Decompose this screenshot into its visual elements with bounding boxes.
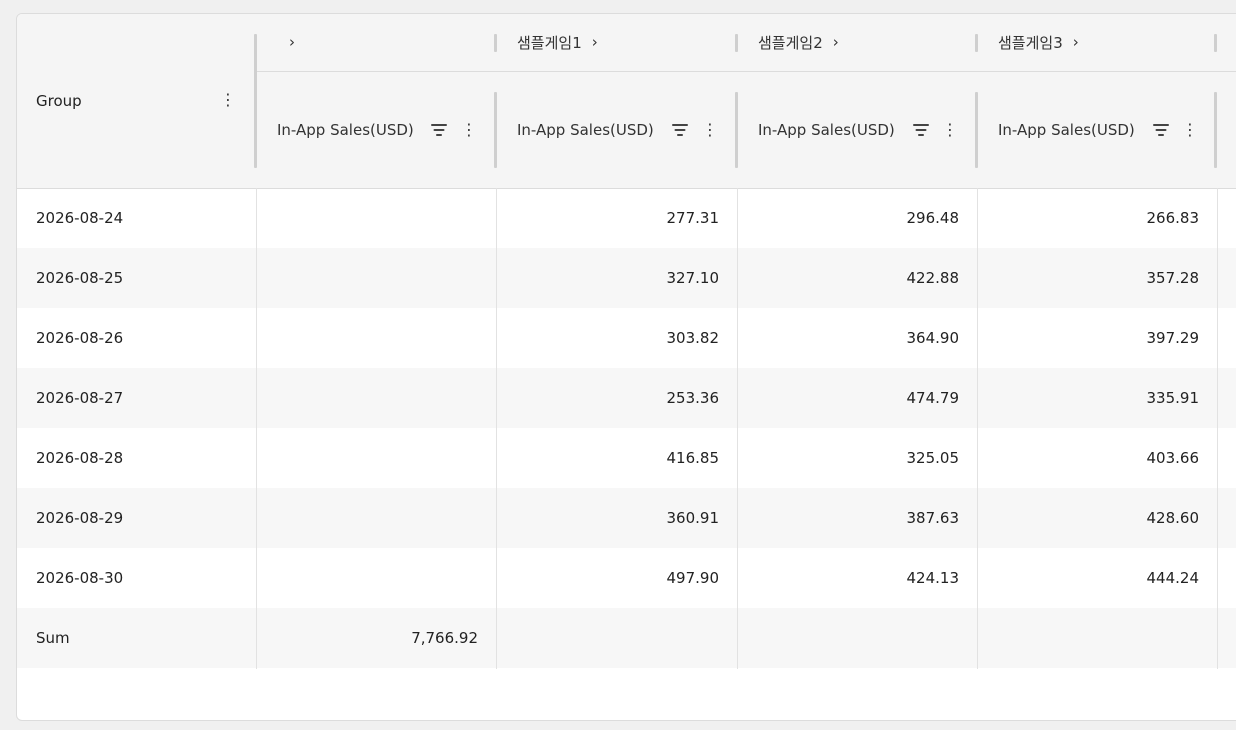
- row-group-cell: 2026-08-28: [36, 449, 124, 467]
- column-menu-icon[interactable]: [702, 120, 718, 140]
- value-cell: [999, 608, 1199, 668]
- filter-icon[interactable]: [431, 124, 447, 136]
- value-cell: 428.60: [1146, 509, 1200, 527]
- value-cell: 403.66: [1146, 449, 1200, 467]
- column-header-3[interactable]: In-App Sales(USD): [998, 118, 1135, 142]
- value-cell: [278, 428, 478, 488]
- table-row[interactable]: 2026-08-25 327.10 422.88 357.28: [17, 248, 1236, 308]
- header-divider: [257, 71, 1236, 72]
- column-group-separator: [975, 34, 978, 52]
- value-cell: 364.90: [906, 329, 960, 347]
- table-row[interactable]: 2026-08-26 303.82 364.90 397.29: [17, 308, 1236, 368]
- column-group-label-3: 샘플게임3: [998, 33, 1063, 52]
- group-column-menu-icon[interactable]: [220, 90, 236, 110]
- filter-icon[interactable]: [1153, 124, 1169, 136]
- row-group-cell: 2026-08-24: [36, 209, 124, 227]
- column-divider: [256, 188, 257, 669]
- value-cell: [278, 488, 478, 548]
- column-label-0: In-App Sales(USD): [277, 121, 414, 139]
- value-cell: [278, 188, 478, 248]
- column-label-3: In-App Sales(USD): [998, 121, 1135, 139]
- column-label-2: In-App Sales(USD): [758, 121, 895, 139]
- column-divider: [1217, 188, 1218, 669]
- value-cell: 387.63: [906, 509, 960, 527]
- row-group-cell: 2026-08-30: [36, 569, 124, 587]
- column-group-label-1: 샘플게임1: [517, 33, 582, 52]
- column-menu-icon[interactable]: [942, 120, 958, 140]
- column-divider: [737, 188, 738, 669]
- value-cell: 325.05: [906, 449, 960, 467]
- column-group-header-2[interactable]: 샘플게임2 ›: [758, 30, 839, 54]
- value-cell: 7,766.92: [411, 629, 478, 647]
- row-group-cell: 2026-08-25: [36, 269, 124, 287]
- chevron-right-icon: ›: [289, 33, 295, 51]
- chevron-right-icon: ›: [591, 33, 598, 51]
- value-cell: 416.85: [666, 449, 720, 467]
- column-group-label-2: 샘플게임2: [758, 33, 823, 52]
- table-row[interactable]: 2026-08-24 277.31 296.48 266.83: [17, 188, 1236, 248]
- column-resize-handle[interactable]: [494, 92, 497, 168]
- value-cell: 335.91: [1146, 389, 1200, 407]
- value-cell: 253.36: [666, 389, 720, 407]
- column-header-2[interactable]: In-App Sales(USD): [758, 118, 895, 142]
- column-divider: [496, 188, 497, 669]
- value-cell: 360.91: [666, 509, 720, 527]
- column-label-1: In-App Sales(USD): [517, 121, 654, 139]
- column-menu-icon[interactable]: [461, 120, 477, 140]
- value-cell: [278, 548, 478, 608]
- value-cell: 424.13: [906, 569, 960, 587]
- grid-header: Group › 샘플게임1 › 샘플게임2 › 샘플게임3 › In-App S…: [17, 14, 1236, 189]
- column-group-header-3[interactable]: 샘플게임3 ›: [998, 30, 1079, 54]
- value-cell: [519, 608, 719, 668]
- column-resize-handle[interactable]: [975, 92, 978, 168]
- value-cell: 474.79: [906, 389, 960, 407]
- filter-icon[interactable]: [672, 124, 688, 136]
- value-cell: 277.31: [666, 209, 720, 227]
- grid-body: 2026-08-24 277.31 296.48 266.83 2026-08-25 32…: [17, 188, 1236, 668]
- row-group-cell: 2026-08-27: [36, 389, 124, 407]
- column-resize-handle[interactable]: [1214, 92, 1217, 168]
- column-header-0[interactable]: In-App Sales(USD): [277, 118, 414, 142]
- chevron-right-icon: ›: [1072, 33, 1079, 51]
- value-cell: 303.82: [666, 329, 720, 347]
- value-cell: [759, 608, 959, 668]
- column-menu-icon[interactable]: [1182, 120, 1198, 140]
- column-group-separator: [1214, 34, 1217, 52]
- table-row[interactable]: 2026-08-27 253.36 474.79 335.91: [17, 368, 1236, 428]
- value-cell: 444.24: [1146, 569, 1200, 587]
- value-cell: 357.28: [1146, 269, 1200, 287]
- filter-icon[interactable]: [913, 124, 929, 136]
- value-cell: 497.90: [666, 569, 720, 587]
- value-cell: 266.83: [1146, 209, 1200, 227]
- value-cell: 397.29: [1146, 329, 1200, 347]
- table-row[interactable]: 2026-08-28 416.85 325.05 403.66: [17, 428, 1236, 488]
- row-group-cell: 2026-08-26: [36, 329, 124, 347]
- column-group-header-1[interactable]: 샘플게임1 ›: [517, 30, 598, 54]
- column-group-header-0[interactable]: ›: [279, 30, 295, 54]
- column-divider: [977, 188, 978, 669]
- value-cell: [278, 248, 478, 308]
- group-header-label: Group: [36, 92, 82, 110]
- column-resize-handle[interactable]: [735, 92, 738, 168]
- table-row[interactable]: 2026-08-30 497.90 424.13 444.24: [17, 548, 1236, 608]
- column-resize-handle[interactable]: [254, 34, 257, 168]
- value-cell: 296.48: [906, 209, 960, 227]
- column-group-separator: [735, 34, 738, 52]
- table-row[interactable]: 2026-08-29 360.91 387.63 428.60: [17, 488, 1236, 548]
- group-column-header[interactable]: Group: [36, 86, 246, 116]
- column-header-1[interactable]: In-App Sales(USD): [517, 118, 654, 142]
- value-cell: 422.88: [906, 269, 960, 287]
- value-cell: [278, 368, 478, 428]
- sum-row[interactable]: Sum 7,766.92: [17, 608, 1236, 668]
- chevron-right-icon: ›: [832, 33, 839, 51]
- sum-label: Sum: [36, 629, 70, 647]
- row-group-cell: 2026-08-29: [36, 509, 124, 527]
- column-group-separator: [494, 34, 497, 52]
- value-cell: 327.10: [666, 269, 720, 287]
- value-cell: [278, 308, 478, 368]
- data-grid: Group › 샘플게임1 › 샘플게임2 › 샘플게임3 › In-App S…: [16, 13, 1236, 721]
